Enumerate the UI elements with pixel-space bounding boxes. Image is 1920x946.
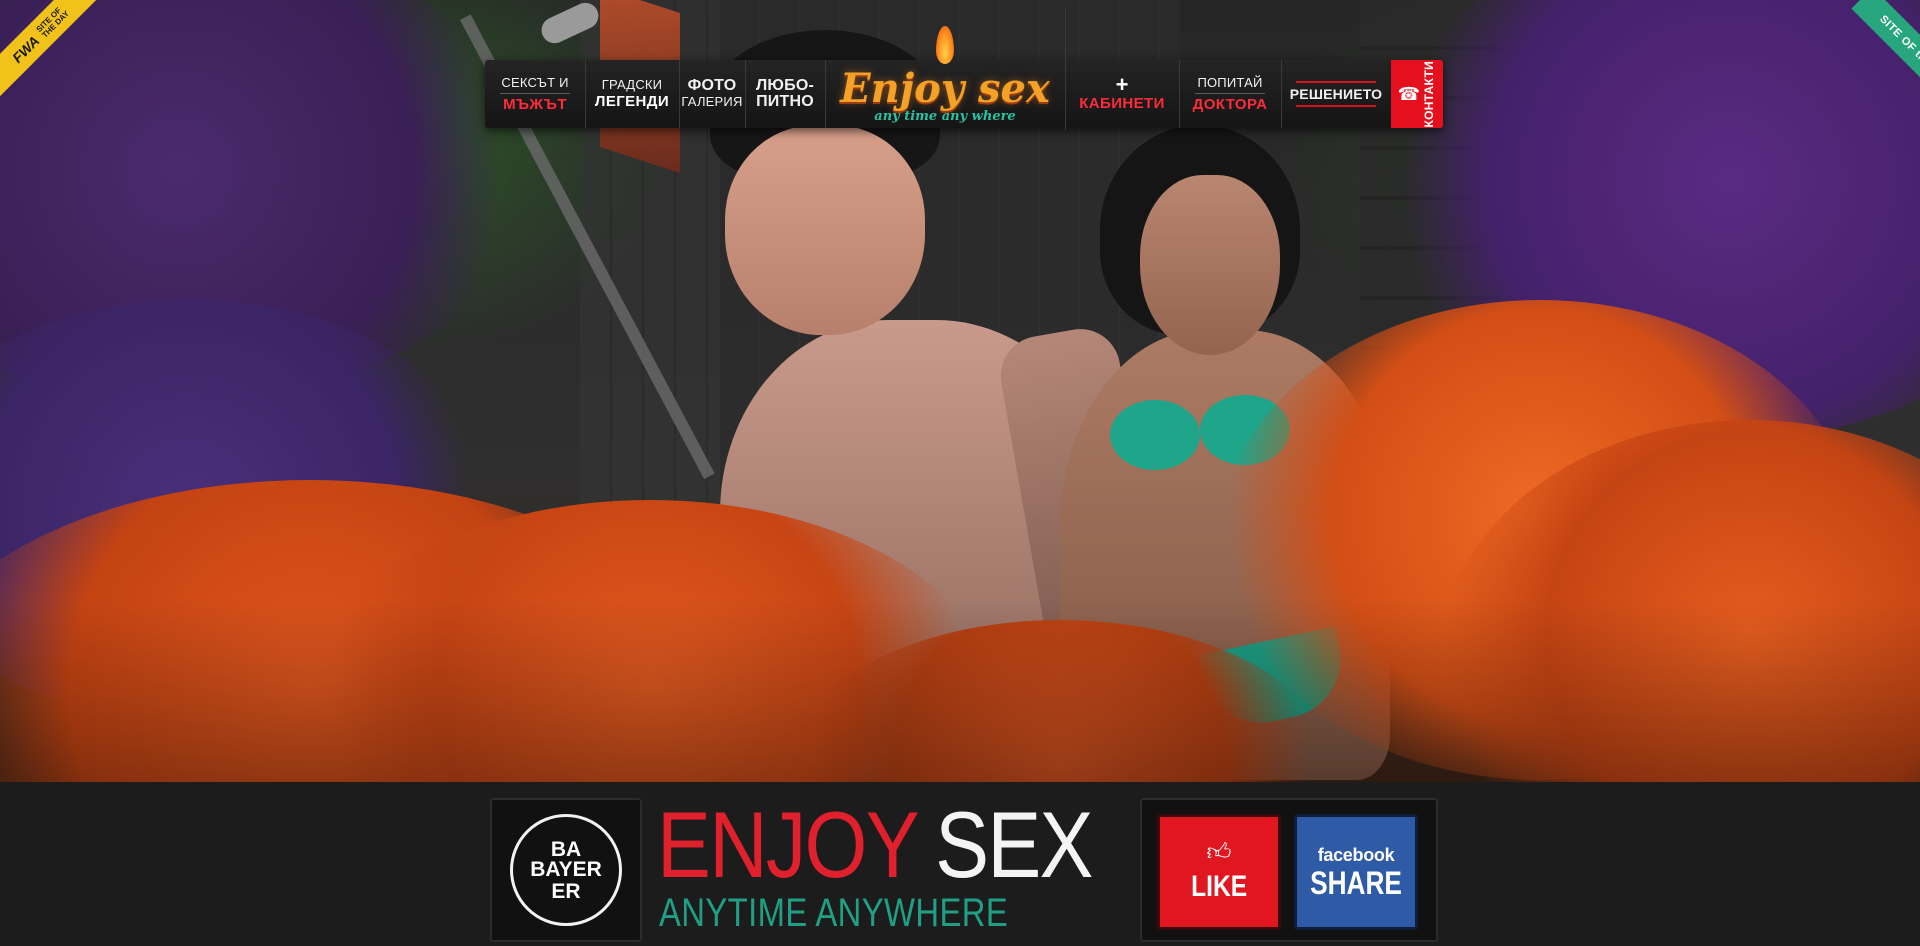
nav-item-cabinets[interactable]: + КАБИНЕТИ bbox=[1065, 60, 1180, 128]
like-button[interactable]: 👍︎ LIKE bbox=[1157, 814, 1281, 930]
divider bbox=[1296, 81, 1376, 83]
nav-item-line1: ГРАДСКИ bbox=[601, 77, 663, 92]
nav-item-line2: КАБИНЕТИ bbox=[1079, 95, 1165, 112]
facebook-wordmark: facebook bbox=[1317, 844, 1395, 865]
nav-item-line1: ФОТО bbox=[687, 77, 737, 94]
nav-item-ask-doctor[interactable]: ПОПИТАЙ ДОКТОРА bbox=[1179, 60, 1282, 128]
brand-title-red: ENJOY bbox=[657, 792, 920, 897]
site-logo[interactable]: Enjoy sex any time any where bbox=[825, 8, 1066, 130]
footer-bar: BAYER BA ER ENJOY SEX ANYTIME ANYWHERE 👍︎… bbox=[0, 782, 1920, 946]
thumbs-up-icon: 👍︎ bbox=[1206, 839, 1232, 866]
like-label: LIKE bbox=[1190, 870, 1248, 903]
flame-icon bbox=[936, 26, 954, 64]
nav-item-sex-and-man[interactable]: СЕКСЪТ И МЪЖЪТ bbox=[485, 60, 586, 128]
logo-title: Enjoy sex bbox=[840, 65, 1050, 112]
hero-shade bbox=[0, 600, 1920, 782]
nav-item-curious[interactable]: ЛЮБО- ПИТНО bbox=[745, 60, 826, 128]
bayer-vertical-bottom: ER bbox=[551, 879, 581, 903]
brand-subtitle: ANYTIME ANYWHERE bbox=[659, 891, 1009, 935]
brand-title-white: SEX bbox=[935, 792, 1093, 897]
nav-item-line2: ДОКТОРА bbox=[1192, 95, 1268, 113]
phone-icon: ☎ bbox=[1397, 83, 1421, 104]
divider bbox=[500, 92, 570, 94]
plus-icon: + bbox=[1115, 72, 1129, 97]
nav-item-line2: ЛЕГЕНДИ bbox=[594, 93, 670, 110]
nav-item-line2: ПИТНО bbox=[756, 93, 814, 110]
divider bbox=[1195, 92, 1265, 94]
bayer-vertical-text: BA ER bbox=[513, 817, 619, 923]
nav-item-line1: СЕКСЪТ И bbox=[501, 74, 569, 90]
bayer-cross-logo: BAYER BA ER bbox=[510, 814, 622, 926]
nav-item-line2: ГАЛЕРИЯ bbox=[681, 94, 743, 109]
social-buttons: 👍︎ LIKE facebook SHARE bbox=[1140, 798, 1438, 942]
bayer-logo[interactable]: BAYER BA ER bbox=[490, 798, 642, 942]
logo-subtitle: any time any where bbox=[874, 109, 1016, 124]
facebook-share-button[interactable]: facebook SHARE bbox=[1294, 814, 1418, 930]
woman-swimsuit-top bbox=[1110, 400, 1200, 470]
man-head bbox=[725, 125, 925, 335]
contacts-label: КОНТАКТИ bbox=[1422, 60, 1437, 128]
nav-item-photo-gallery[interactable]: ФОТО ГАЛЕРИЯ bbox=[679, 60, 746, 128]
nav-item-line2: МЪЖЪТ bbox=[503, 95, 567, 113]
nav-item-line1: РЕШЕНИЕТО bbox=[1289, 86, 1383, 102]
main-navigation: СЕКСЪТ И МЪЖЪТ ГРАДСКИ ЛЕГЕНДИ ФОТО ГАЛЕ… bbox=[485, 8, 1443, 130]
nav-item-solution[interactable]: РЕШЕНИЕТО bbox=[1281, 60, 1391, 128]
divider bbox=[1296, 105, 1376, 107]
brand-title: ENJOY SEX bbox=[657, 798, 1093, 892]
share-label: SHARE bbox=[1310, 864, 1402, 901]
bayer-vertical-top: BA bbox=[550, 837, 582, 861]
nav-item-line1: ПОПИТАЙ bbox=[1197, 74, 1263, 90]
nav-item-line1: ЛЮБО- bbox=[756, 77, 814, 94]
contacts-button[interactable]: ☎ КОНТАКТИ bbox=[1391, 60, 1443, 128]
woman-face bbox=[1140, 175, 1280, 355]
nav-item-urban-legends[interactable]: ГРАДСКИ ЛЕГЕНДИ bbox=[585, 60, 680, 128]
